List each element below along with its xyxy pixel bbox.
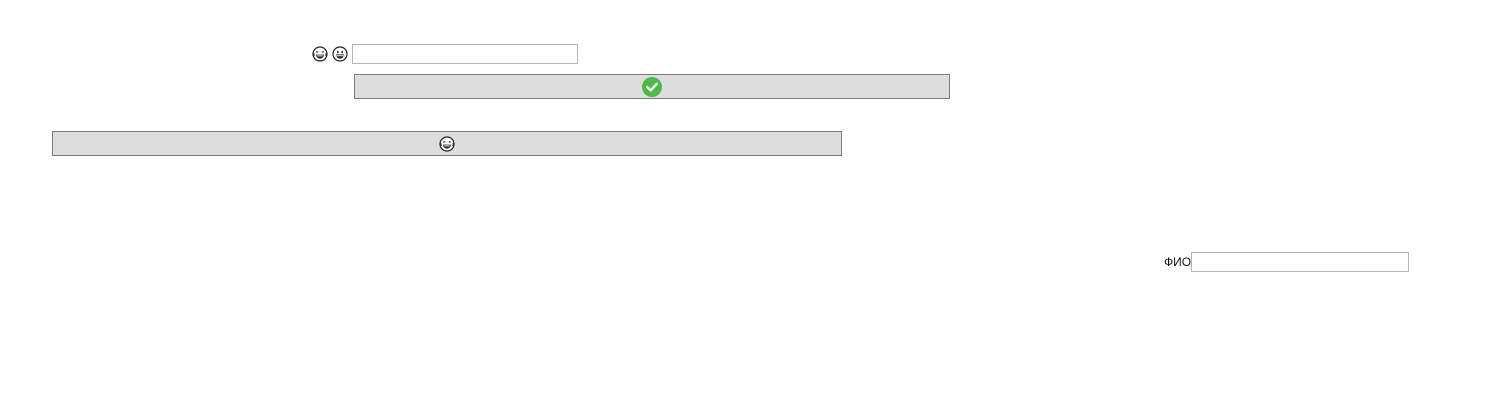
grinning-emoji-icon[interactable] [332, 46, 348, 62]
emoji-button[interactable] [52, 131, 842, 156]
laughing-emoji-icon[interactable] [312, 46, 328, 62]
fio-input[interactable] [1191, 252, 1410, 272]
fio-field-row: ФИО [1164, 252, 1410, 272]
fio-label: ФИО [1164, 255, 1192, 269]
checkmark-icon [642, 76, 662, 97]
page: ФИО [0, 0, 1492, 420]
emoji-input-row [312, 44, 578, 64]
emoji-text-input[interactable] [352, 44, 578, 64]
laughing-emoji-icon [439, 135, 455, 152]
confirm-button[interactable] [354, 74, 950, 99]
